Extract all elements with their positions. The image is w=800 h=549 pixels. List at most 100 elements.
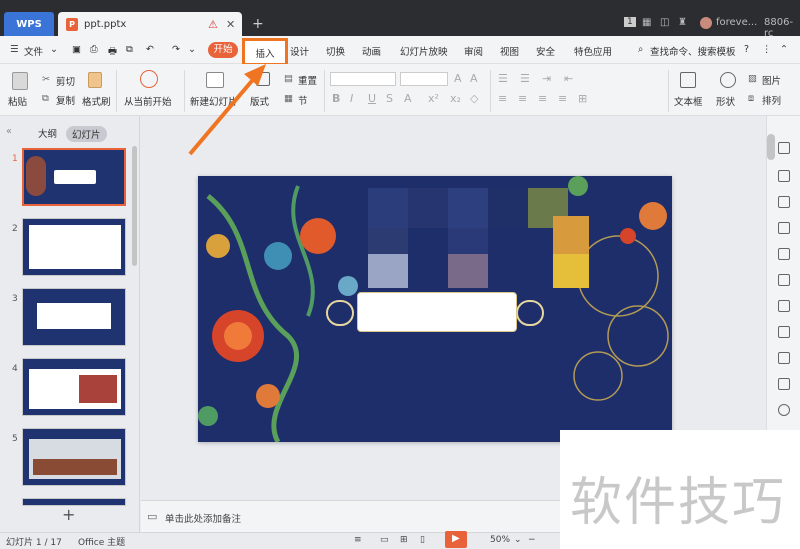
print-preview-icon[interactable]: ⎙	[90, 44, 98, 55]
menu-tab-features[interactable]: 特色应用	[574, 44, 612, 58]
undo-icon[interactable]: ↶	[146, 44, 154, 55]
numbered-list-icon[interactable]: ☰	[520, 72, 530, 85]
new-slide-icon[interactable]	[206, 72, 224, 88]
hamburger-icon[interactable]: ☰	[10, 44, 19, 55]
menu-tab-view[interactable]: 视图	[500, 44, 519, 58]
shape-icon[interactable]	[720, 72, 736, 88]
arrange-button[interactable]: 排列	[762, 93, 781, 107]
more-icon[interactable]: ⌄	[188, 44, 196, 55]
username[interactable]: foreve...	[716, 17, 757, 28]
shape-button[interactable]: 形状	[716, 94, 735, 108]
picture-button[interactable]: 图片	[762, 73, 781, 87]
sidebar-image-icon[interactable]	[778, 352, 790, 364]
menu-tab-start[interactable]: 开始	[208, 42, 238, 58]
copy-icon[interactable]: ⧉	[42, 93, 49, 104]
zoom-out-icon[interactable]: −	[528, 535, 536, 545]
sidebar-style-icon[interactable]	[778, 196, 790, 208]
normal-view-icon[interactable]: ▭	[380, 535, 389, 545]
section-button[interactable]: 节	[298, 93, 308, 107]
menu-file[interactable]: 文件	[24, 44, 43, 58]
slide-thumbnail-4[interactable]	[22, 358, 126, 416]
chevron-down-icon[interactable]: ⌄	[50, 44, 58, 55]
avatar[interactable]	[700, 17, 712, 29]
new-slide-button[interactable]: 新建幻灯片	[190, 94, 238, 108]
justify-icon[interactable]: ≡	[558, 92, 567, 105]
shirt-icon[interactable]: ♜	[678, 17, 687, 28]
align-left-icon[interactable]: ≡	[498, 92, 507, 105]
sidebar-compass-icon[interactable]	[778, 404, 790, 416]
current-slide[interactable]	[198, 176, 672, 442]
strikethrough-icon[interactable]: S	[386, 92, 393, 105]
sidebar-collapse-icon[interactable]	[778, 142, 790, 154]
underline-icon[interactable]: U	[368, 92, 376, 105]
indent-icon[interactable]: ⇥	[542, 72, 551, 85]
sidebar-animation-icon[interactable]	[778, 274, 790, 286]
command-search[interactable]: 查找命令、搜索模板	[650, 44, 736, 58]
skin-icon[interactable]: ◫	[660, 17, 669, 28]
cut-icon[interactable]: ✂	[42, 74, 50, 85]
outdent-icon[interactable]: ⇤	[564, 72, 573, 85]
slideshow-play-button[interactable]: ▶	[445, 531, 467, 548]
reset-icon[interactable]: ▤	[284, 73, 293, 84]
notes-toggle-icon[interactable]: ≡	[354, 535, 362, 545]
export-icon[interactable]: ⧉	[126, 44, 133, 55]
more-dots-icon[interactable]: ⋮	[762, 44, 772, 55]
sidebar-settings-icon[interactable]	[778, 248, 790, 260]
notes-placeholder[interactable]: 单击此处添加备注	[165, 511, 241, 525]
shrink-font-icon[interactable]: A	[470, 72, 478, 85]
menu-tab-review[interactable]: 审阅	[464, 44, 483, 58]
font-name-dropdown[interactable]	[330, 72, 396, 86]
slide-thumbnail-2[interactable]	[22, 218, 126, 276]
tab-outline[interactable]: 大纲	[38, 126, 57, 140]
bold-icon[interactable]: B	[332, 92, 340, 105]
reading-view-icon[interactable]: ▯	[420, 535, 425, 545]
textbox-button[interactable]: 文本框	[674, 94, 703, 108]
zoom-level[interactable]: 50%	[490, 535, 510, 545]
sorter-view-icon[interactable]: ⊞	[400, 535, 408, 545]
layout-button[interactable]: 版式	[250, 94, 269, 108]
layout-icon[interactable]	[256, 72, 270, 86]
grow-font-icon[interactable]: A	[454, 72, 462, 85]
italic-icon[interactable]: I	[350, 92, 353, 105]
wps-home-tab[interactable]: WPS	[4, 12, 54, 36]
new-tab-icon[interactable]: +	[252, 16, 264, 32]
subscript-icon[interactable]: x₂	[450, 92, 461, 105]
title-banner-placeholder[interactable]	[357, 292, 517, 332]
add-slide-icon[interactable]: +	[62, 505, 75, 524]
panel-scrollbar[interactable]	[132, 146, 137, 266]
zoom-dropdown-icon[interactable]: ⌄	[514, 535, 522, 545]
section-icon[interactable]: ▦	[284, 93, 293, 104]
collapse-panel-icon[interactable]: «	[6, 126, 12, 137]
align-right-icon[interactable]: ≡	[538, 92, 547, 105]
menu-tab-insert-highlight[interactable]: 插入	[242, 38, 288, 66]
menu-tab-animation[interactable]: 动画	[362, 44, 381, 58]
close-tab-icon[interactable]: ✕	[226, 18, 235, 31]
from-current-button[interactable]: 从当前开始	[124, 94, 172, 108]
menu-tab-security[interactable]: 安全	[536, 44, 555, 58]
theme-name[interactable]: Office 主题	[78, 535, 125, 548]
bullet-list-icon[interactable]: ☰	[498, 72, 508, 85]
align-center-icon[interactable]: ≡	[518, 92, 527, 105]
save-icon[interactable]: ▣	[72, 44, 81, 55]
distribute-icon[interactable]: ⊞	[578, 92, 587, 105]
print-icon[interactable]: 🖶	[108, 44, 117, 60]
font-color-icon[interactable]: A	[404, 92, 412, 105]
superscript-icon[interactable]: x²	[428, 92, 439, 105]
paste-icon[interactable]	[12, 72, 28, 90]
paste-button[interactable]: 粘贴	[8, 94, 27, 108]
font-size-dropdown[interactable]	[400, 72, 448, 86]
arrange-icon[interactable]: ⧈	[748, 93, 754, 104]
menu-tab-insert[interactable]: 插入	[245, 46, 285, 60]
menu-tab-transition[interactable]: 切换	[326, 44, 345, 58]
slide-thumbnail-1[interactable]	[22, 148, 126, 206]
menu-tab-slideshow[interactable]: 幻灯片放映	[400, 44, 448, 58]
canvas-scrollbar[interactable]	[767, 134, 775, 160]
slide-thumbnail-3[interactable]	[22, 288, 126, 346]
sidebar-table-icon[interactable]	[778, 326, 790, 338]
copy-button[interactable]: 复制	[56, 93, 75, 107]
search-icon[interactable]: ⌕	[638, 44, 643, 55]
cut-button[interactable]: 剪切	[56, 74, 75, 88]
redo-icon[interactable]: ↷	[172, 44, 180, 55]
format-painter-icon[interactable]	[88, 72, 102, 88]
grid-icon[interactable]: ▦	[642, 17, 651, 28]
